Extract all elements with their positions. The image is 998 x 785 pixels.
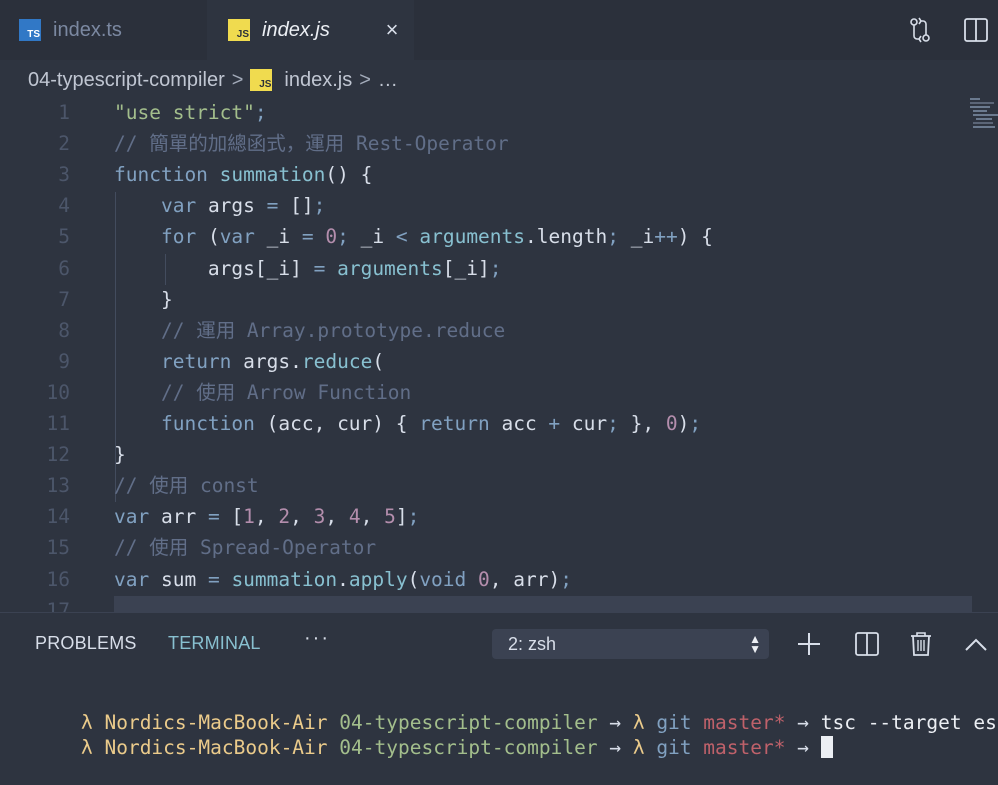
code-text: } [114, 287, 173, 311]
code-text: "use strict"; [114, 101, 267, 124]
line-number: 8 [58, 318, 70, 342]
terminal-cursor [820, 736, 833, 758]
code-line[interactable]: 7 } [0, 284, 998, 315]
terminal-select[interactable]: 2: zsh ▲ ▼ [492, 629, 769, 659]
code-text: function (acc, cur) { return acc + cur; … [160, 412, 702, 435]
code-text: // 使用 const [114, 474, 259, 498]
code-line[interactable]: 5 for (var _i = 0; _i < arguments.length… [0, 221, 998, 252]
split-editor-icon[interactable] [961, 15, 991, 45]
line-number: 7 [58, 287, 70, 311]
tab-problems[interactable]: PROBLEMS [35, 633, 137, 654]
line-number: 14 [46, 505, 70, 529]
breadcrumb-separator: > [231, 68, 244, 91]
code-line[interactable]: 4 var args = []; [0, 190, 998, 221]
code-text: // 使用 Arrow Function [160, 380, 412, 404]
tab-index-js[interactable]: JS index.js × [207, 0, 414, 60]
line-number: 1 [58, 101, 70, 124]
compare-changes-icon[interactable] [905, 15, 935, 45]
code-editor[interactable]: 1 "use strict"; 2 // 簡單的加總函式，運用 Rest-Operat… [0, 96, 998, 612]
code-line[interactable]: 9 return args.reduce( [0, 346, 998, 377]
code-text: function summation() { [114, 163, 373, 187]
line-number: 12 [46, 443, 70, 467]
javascript-file-icon: JS [228, 19, 250, 41]
tab-label: index.js [262, 18, 330, 41]
close-icon[interactable]: × [379, 15, 405, 45]
breadcrumb-file[interactable]: index.js [284, 69, 352, 92]
line-number: 2 [58, 132, 70, 156]
code-line[interactable]: 14 var arr = [1, 2, 3, 4, 5]; [0, 501, 998, 532]
line-number: 10 [46, 380, 70, 404]
code-line[interactable]: 10 // 使用 Arrow Function [0, 377, 998, 408]
breadcrumb-folder[interactable]: 04-typescript-compiler [28, 69, 225, 92]
editor-tab-bar: TS index.ts JS index.js × [0, 0, 998, 60]
split-terminal-icon[interactable] [852, 629, 882, 659]
code-text: } [114, 443, 126, 467]
code-text: var arr = [1, 2, 3, 4, 5]; [114, 505, 420, 529]
breadcrumb-separator: > [359, 68, 371, 91]
tab-index-ts[interactable]: TS index.ts [0, 0, 207, 60]
line-number: 16 [46, 567, 70, 591]
bottom-panel: PROBLEMS TERMINAL ··· 2: zsh ▲ ▼ λ Nordic… [0, 612, 998, 759]
code-text: var sum = summation.apply(void 0, arr); [114, 567, 572, 591]
code-text: // 運用 Array.prototype.reduce [160, 318, 506, 342]
code-text: // 使用 Spread-Operator [114, 536, 377, 560]
code-line[interactable]: 1 "use strict"; [0, 97, 998, 128]
code-line[interactable]: 8 // 運用 Array.prototype.reduce [0, 315, 998, 346]
line-number: 5 [58, 225, 70, 249]
tab-label: index.ts [53, 18, 122, 41]
javascript-file-icon: JS [250, 69, 273, 91]
chevron-up-icon[interactable] [961, 629, 991, 659]
terminal-command: tsc --target es5 [820, 711, 998, 734]
line-number: 6 [58, 256, 70, 280]
breadcrumb-symbols[interactable]: … [378, 69, 398, 92]
code-text: return args.reduce( [160, 349, 385, 373]
code-line[interactable]: 16 var sum = summation.apply(void 0, arr)… [0, 564, 998, 595]
tab-terminal[interactable]: TERMINAL [168, 633, 261, 654]
code-line[interactable]: 11 function (acc, cur) { return acc + cu… [0, 408, 998, 439]
code-text: for (var _i = 0; _i < arguments.length; … [160, 225, 713, 249]
code-line[interactable]: 12} [0, 439, 998, 470]
line-number: 13 [46, 474, 70, 498]
code-line[interactable]: 13 // 使用 const [0, 470, 998, 501]
code-text: args[_i] = arguments[_i]; [114, 256, 502, 280]
line-number: 4 [58, 194, 70, 218]
line-number: 9 [58, 349, 70, 373]
line-number: 15 [46, 536, 70, 560]
plus-icon[interactable] [794, 629, 824, 659]
code-line[interactable]: 6 args[_i] = arguments[_i]; [0, 253, 998, 284]
code-line[interactable]: 2 // 簡單的加總函式，運用 Rest-Operator [0, 128, 998, 159]
code-line[interactable]: 15 // 使用 Spread-Operator [0, 532, 998, 563]
more-actions-icon[interactable]: ··· [304, 627, 330, 650]
breadcrumb: 04-typescript-compiler > JS index.js > … [28, 66, 398, 94]
select-arrows-icon: ▲ ▼ [749, 632, 761, 656]
code-line[interactable]: 17 [0, 595, 998, 612]
line-number: 11 [46, 412, 70, 435]
line-number: 17 [46, 598, 70, 612]
typescript-file-icon: TS [19, 19, 41, 41]
terminal-select-value: 2: zsh [508, 634, 557, 654]
line-number: 3 [58, 163, 70, 187]
code-text: var args = []; [160, 194, 326, 218]
code-line[interactable]: 3 function summation() { [0, 159, 998, 190]
trash-icon[interactable] [906, 629, 936, 659]
code-text: // 簡單的加總函式，運用 Rest-Operator [114, 132, 509, 156]
